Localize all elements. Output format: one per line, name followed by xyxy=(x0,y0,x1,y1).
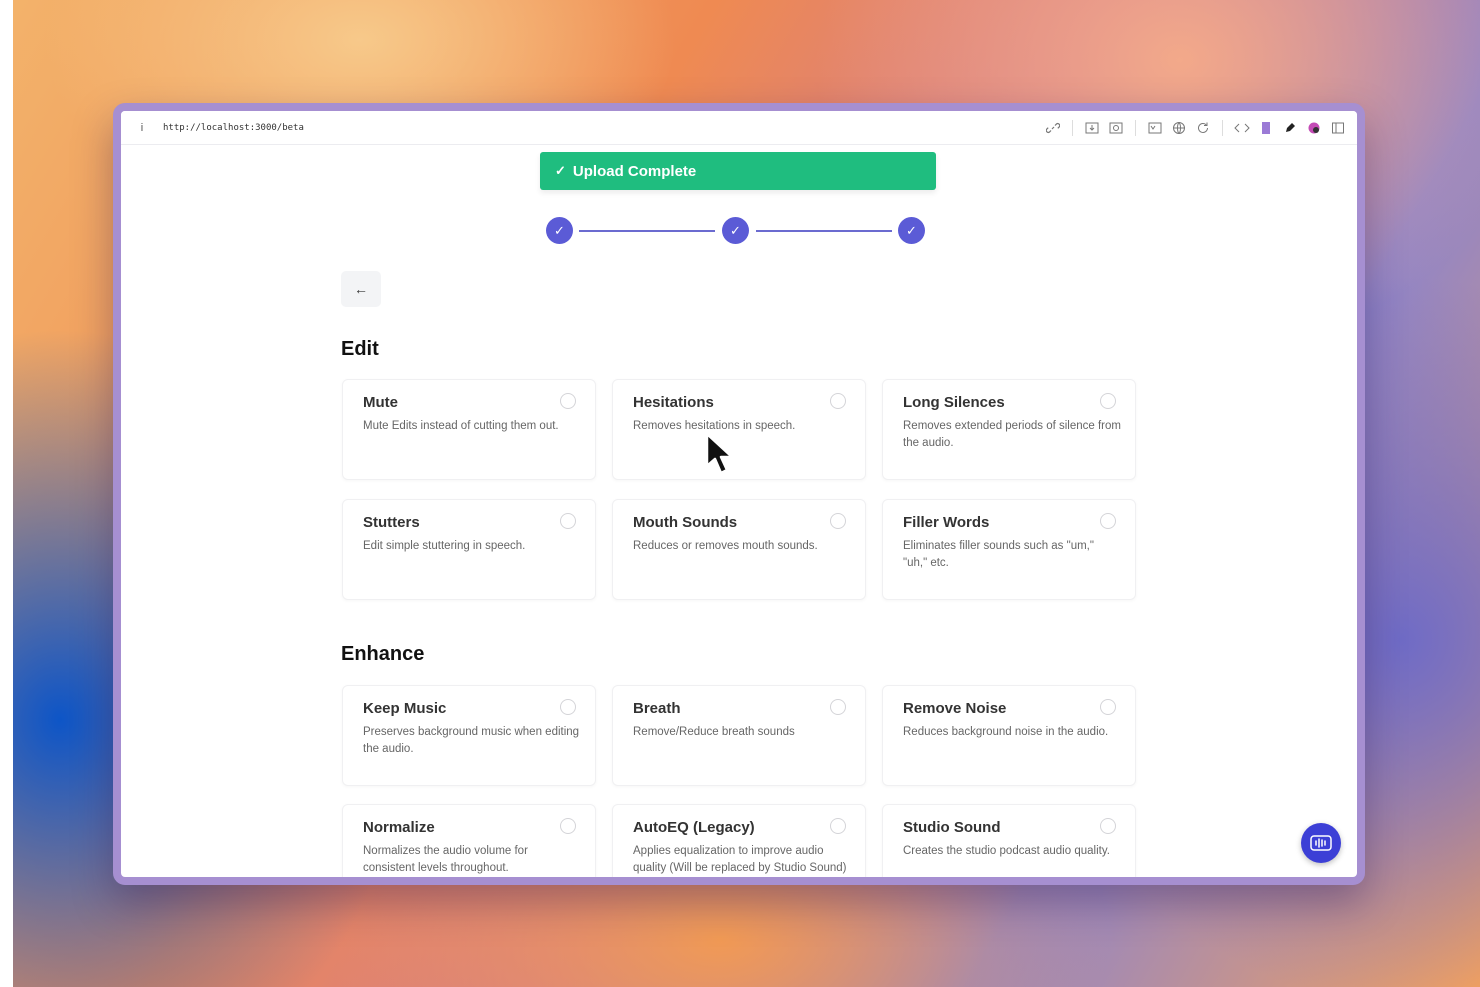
option-title: Keep Music xyxy=(363,700,447,717)
back-button[interactable]: ← xyxy=(341,271,381,307)
option-radio[interactable] xyxy=(830,513,846,529)
option-description: Edit simple stuttering in speech. xyxy=(363,540,526,552)
sidebar-icon[interactable] xyxy=(1329,119,1347,137)
option-description: Remove/Reduce breath sounds xyxy=(633,726,795,738)
browser-toolbar xyxy=(1044,111,1347,144)
check-icon: ✓ xyxy=(554,222,565,238)
page-content: ✓ Upload Complete ✓ ✓ ✓ ← Edit Enhance M… xyxy=(121,145,1357,877)
desktop-edge xyxy=(0,0,13,987)
refresh-icon[interactable] xyxy=(1194,119,1212,137)
toast-message: Upload Complete xyxy=(572,162,697,180)
option-description: Removes extended periods of silence from… xyxy=(903,420,1121,449)
globe-icon[interactable] xyxy=(1170,119,1188,137)
checkmark-icon: ✓ xyxy=(555,163,566,178)
option-description: Eliminates filler sounds such as "um," "… xyxy=(903,540,1094,569)
section-title-enhance: Enhance xyxy=(341,643,425,665)
option-card-breath[interactable]: Breath Remove/Reduce breath sounds xyxy=(612,685,866,786)
extension-icon[interactable] xyxy=(1305,119,1323,137)
link-icon[interactable] xyxy=(1044,119,1062,137)
option-card-mouth-sounds[interactable]: Mouth Sounds Reduces or removes mouth so… xyxy=(612,499,866,600)
screenshot-icon[interactable] xyxy=(1107,119,1125,137)
option-card-stutters[interactable]: Stutters Edit simple stuttering in speec… xyxy=(342,499,596,600)
toolbar-divider xyxy=(1222,119,1223,136)
option-description: Preserves background music when editing … xyxy=(363,726,580,755)
download-icon[interactable] xyxy=(1083,119,1101,137)
option-radio[interactable] xyxy=(830,393,846,409)
url-text[interactable]: http://localhost:3000/beta xyxy=(163,123,304,133)
audio-assistant-button[interactable] xyxy=(1301,823,1341,863)
toolbar-divider xyxy=(1072,119,1073,136)
option-title: AutoEQ (Legacy) xyxy=(633,819,755,836)
option-description: Reduces background noise in the audio. xyxy=(903,726,1109,738)
code-icon[interactable] xyxy=(1233,119,1251,137)
option-card-normalize[interactable]: Normalize Normalizes the audio volume fo… xyxy=(342,804,596,877)
option-radio[interactable] xyxy=(560,513,576,529)
option-radio[interactable] xyxy=(1100,513,1116,529)
mouse-cursor xyxy=(705,432,734,475)
option-title: Long Silences xyxy=(903,394,1005,411)
browser-window: i http://localhost:3000/beta ✓ Upload Co… xyxy=(113,103,1365,885)
option-title: Normalize xyxy=(363,819,435,836)
step-2-complete: ✓ xyxy=(722,217,749,244)
check-icon: ✓ xyxy=(906,222,917,238)
option-card-autoeq-legacy[interactable]: AutoEQ (Legacy) Applies equalization to … xyxy=(612,804,866,877)
option-radio[interactable] xyxy=(560,699,576,715)
option-radio[interactable] xyxy=(1100,699,1116,715)
option-title: Mute xyxy=(363,394,398,411)
pen-icon[interactable] xyxy=(1281,119,1299,137)
arrow-left-icon: ← xyxy=(354,281,368,297)
option-radio[interactable] xyxy=(1100,393,1116,409)
option-description: Applies equalization to improve audio qu… xyxy=(633,845,847,874)
option-description: Removes hesitations in speech. xyxy=(633,420,796,432)
option-title: Breath xyxy=(633,700,681,717)
progress-stepper: ✓ ✓ ✓ xyxy=(545,217,925,245)
bookmark-icon[interactable] xyxy=(1257,119,1275,137)
option-title: Filler Words xyxy=(903,514,990,531)
option-title: Hesitations xyxy=(633,394,714,411)
option-radio[interactable] xyxy=(1100,818,1116,834)
reader-icon[interactable] xyxy=(1146,119,1164,137)
option-title: Mouth Sounds xyxy=(633,514,738,531)
option-radio[interactable] xyxy=(830,818,846,834)
info-icon[interactable]: i xyxy=(135,122,149,134)
option-card-filler-words[interactable]: Filler Words Eliminates filler sounds su… xyxy=(882,499,1136,600)
option-card-mute[interactable]: Mute Mute Edits instead of cutting them … xyxy=(342,379,596,480)
option-description: Creates the studio podcast audio quality… xyxy=(903,845,1110,857)
address-bar[interactable]: i http://localhost:3000/beta xyxy=(121,111,1357,145)
step-1-complete: ✓ xyxy=(546,217,573,244)
option-card-hesitations[interactable]: Hesitations Removes hesitations in speec… xyxy=(612,379,866,480)
option-title: Remove Noise xyxy=(903,700,1007,717)
option-title: Studio Sound xyxy=(903,819,1001,836)
option-card-keep-music[interactable]: Keep Music Preserves background music wh… xyxy=(342,685,596,786)
option-radio[interactable] xyxy=(830,699,846,715)
option-description: Normalizes the audio volume for consiste… xyxy=(363,845,528,874)
check-icon: ✓ xyxy=(730,222,741,238)
upload-complete-toast: ✓ Upload Complete xyxy=(540,152,936,190)
option-description: Mute Edits instead of cutting them out. xyxy=(363,420,559,432)
option-card-studio-sound[interactable]: Studio Sound Creates the studio podcast … xyxy=(882,804,1136,877)
option-radio[interactable] xyxy=(560,818,576,834)
step-connector xyxy=(579,230,715,232)
audio-waveform-icon xyxy=(1310,835,1332,851)
option-title: Stutters xyxy=(363,514,420,531)
option-description: Reduces or removes mouth sounds. xyxy=(633,540,818,552)
option-card-long-silences[interactable]: Long Silences Removes extended periods o… xyxy=(882,379,1136,480)
option-card-remove-noise[interactable]: Remove Noise Reduces background noise in… xyxy=(882,685,1136,786)
step-connector xyxy=(756,230,892,232)
section-title-edit: Edit xyxy=(341,338,379,360)
option-radio[interactable] xyxy=(560,393,576,409)
toolbar-divider xyxy=(1135,119,1136,136)
step-3-complete: ✓ xyxy=(898,217,925,244)
